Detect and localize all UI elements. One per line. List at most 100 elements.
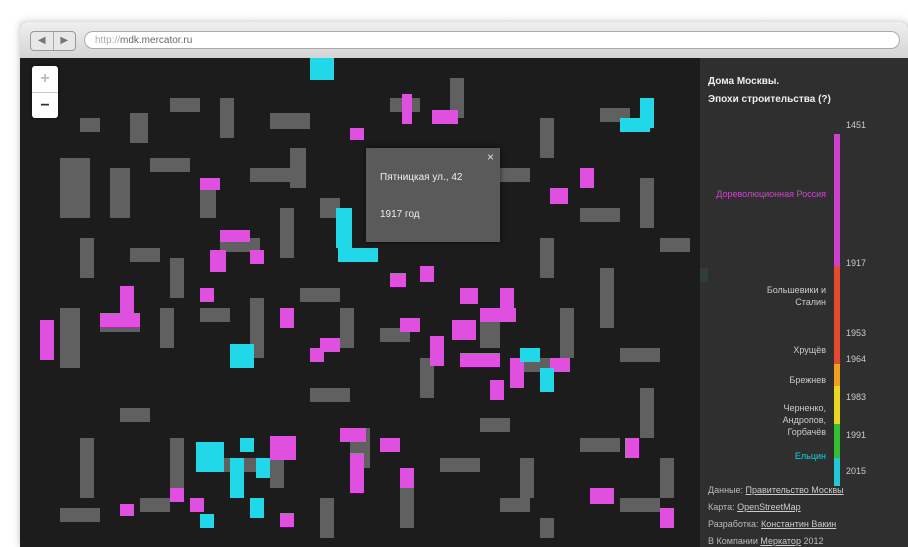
building-grey[interactable] [60,508,100,522]
credit-link-map[interactable]: OpenStreetMap [737,502,801,512]
map-canvas[interactable]: + − × Пятницкая ул., 42 1917 год Дома Мо… [20,58,908,547]
building-modern[interactable] [520,348,540,362]
building-grey[interactable] [480,418,510,432]
building-grey[interactable] [220,98,234,138]
era-label[interactable]: Дореволюционная Россия [716,188,826,200]
building-pre-revolution[interactable] [270,436,296,460]
credit-link-data[interactable]: Правительство Москвы [746,485,844,495]
back-button[interactable]: ◀ [31,32,54,50]
building-grey[interactable] [60,308,80,368]
building-grey[interactable] [80,118,100,132]
building-modern[interactable] [256,458,270,478]
building-pre-revolution[interactable] [625,438,639,458]
era-segment-stalin[interactable] [834,266,840,364]
building-pre-revolution[interactable] [350,128,364,140]
building-grey[interactable] [640,178,654,228]
building-pre-revolution[interactable] [350,453,364,493]
building-modern[interactable] [336,208,352,248]
building-pre-revolution[interactable] [430,336,444,366]
building-grey[interactable] [80,238,94,278]
building-pre-revolution[interactable] [490,380,504,400]
building-pre-revolution[interactable] [420,266,434,282]
credit-link-dev[interactable]: Константин Вакин [761,519,836,529]
building-grey[interactable] [290,148,306,188]
building-pre-revolution[interactable] [460,288,478,304]
building-pre-revolution[interactable] [550,188,568,204]
building-pre-revolution[interactable] [390,273,406,287]
building-pre-revolution[interactable] [40,320,54,360]
building-grey[interactable] [400,488,414,528]
building-modern[interactable] [250,498,264,518]
building-grey[interactable] [320,498,334,538]
building-pre-revolution[interactable] [280,308,294,328]
building-grey[interactable] [500,498,530,512]
building-pre-revolution[interactable] [432,110,458,124]
building-pre-revolution[interactable] [120,286,134,326]
building-grey[interactable] [620,498,660,512]
building-grey[interactable] [660,238,690,252]
building-modern[interactable] [338,248,378,262]
building-pre-revolution[interactable] [120,504,134,516]
era-label[interactable]: Хрущёв [746,344,826,356]
era-segment-pre-revolution[interactable] [834,134,840,266]
zoom-in-button[interactable]: + [32,66,58,93]
forward-button[interactable]: ▶ [54,32,76,50]
building-pre-revolution[interactable] [320,338,340,352]
building-pre-revolution[interactable] [190,498,204,512]
building-modern[interactable] [196,442,224,472]
building-pre-revolution[interactable] [250,250,264,264]
building-modern[interactable] [310,58,334,80]
building-grey[interactable] [270,113,310,129]
building-pre-revolution[interactable] [400,318,420,332]
building-pre-revolution[interactable] [452,320,476,340]
building-grey[interactable] [440,458,480,472]
building-grey[interactable] [200,308,230,322]
building-pre-revolution[interactable] [500,288,514,318]
building-pre-revolution[interactable] [510,358,524,388]
building-grey[interactable] [560,308,574,358]
building-pre-revolution[interactable] [590,488,614,504]
building-grey[interactable] [110,168,130,218]
building-grey[interactable] [660,458,674,498]
building-pre-revolution[interactable] [280,513,294,527]
building-grey[interactable] [250,168,290,182]
building-pre-revolution[interactable] [340,428,366,442]
building-pre-revolution[interactable] [170,488,184,502]
building-grey[interactable] [520,458,534,498]
building-modern[interactable] [230,344,254,368]
era-label[interactable]: Черненко, Андропов, Горбачёв [762,402,826,438]
building-grey[interactable] [340,308,354,348]
building-grey[interactable] [310,388,350,402]
building-modern[interactable] [240,438,254,452]
era-segment-perestroika[interactable] [834,424,840,458]
building-pre-revolution[interactable] [220,230,250,242]
building-modern[interactable] [230,458,244,498]
building-grey[interactable] [640,388,654,438]
building-grey[interactable] [580,208,620,222]
building-pre-revolution[interactable] [660,508,674,528]
building-grey[interactable] [60,158,90,218]
close-icon[interactable]: × [487,150,494,164]
building-grey[interactable] [140,498,170,512]
building-grey[interactable] [540,238,554,278]
building-grey[interactable] [170,258,184,298]
address-bar[interactable]: http://mdk.mercator.ru [84,31,900,49]
building-grey[interactable] [580,438,620,452]
building-pre-revolution[interactable] [380,438,400,452]
building-grey[interactable] [280,208,294,258]
building-modern[interactable] [640,98,654,128]
building-grey[interactable] [540,118,554,158]
building-pre-revolution[interactable] [580,168,594,188]
building-grey[interactable] [130,113,148,143]
building-pre-revolution[interactable] [200,178,220,190]
building-grey[interactable] [600,268,614,328]
zoom-out-button[interactable]: − [32,93,58,119]
building-grey[interactable] [540,518,554,538]
era-segment-khrushchev[interactable] [834,364,840,386]
building-pre-revolution[interactable] [402,94,412,124]
building-grey[interactable] [620,348,660,362]
credit-link-company[interactable]: Меркатор [760,536,801,546]
building-pre-revolution[interactable] [400,468,414,488]
building-grey[interactable] [130,248,160,262]
building-pre-revolution[interactable] [200,288,214,302]
